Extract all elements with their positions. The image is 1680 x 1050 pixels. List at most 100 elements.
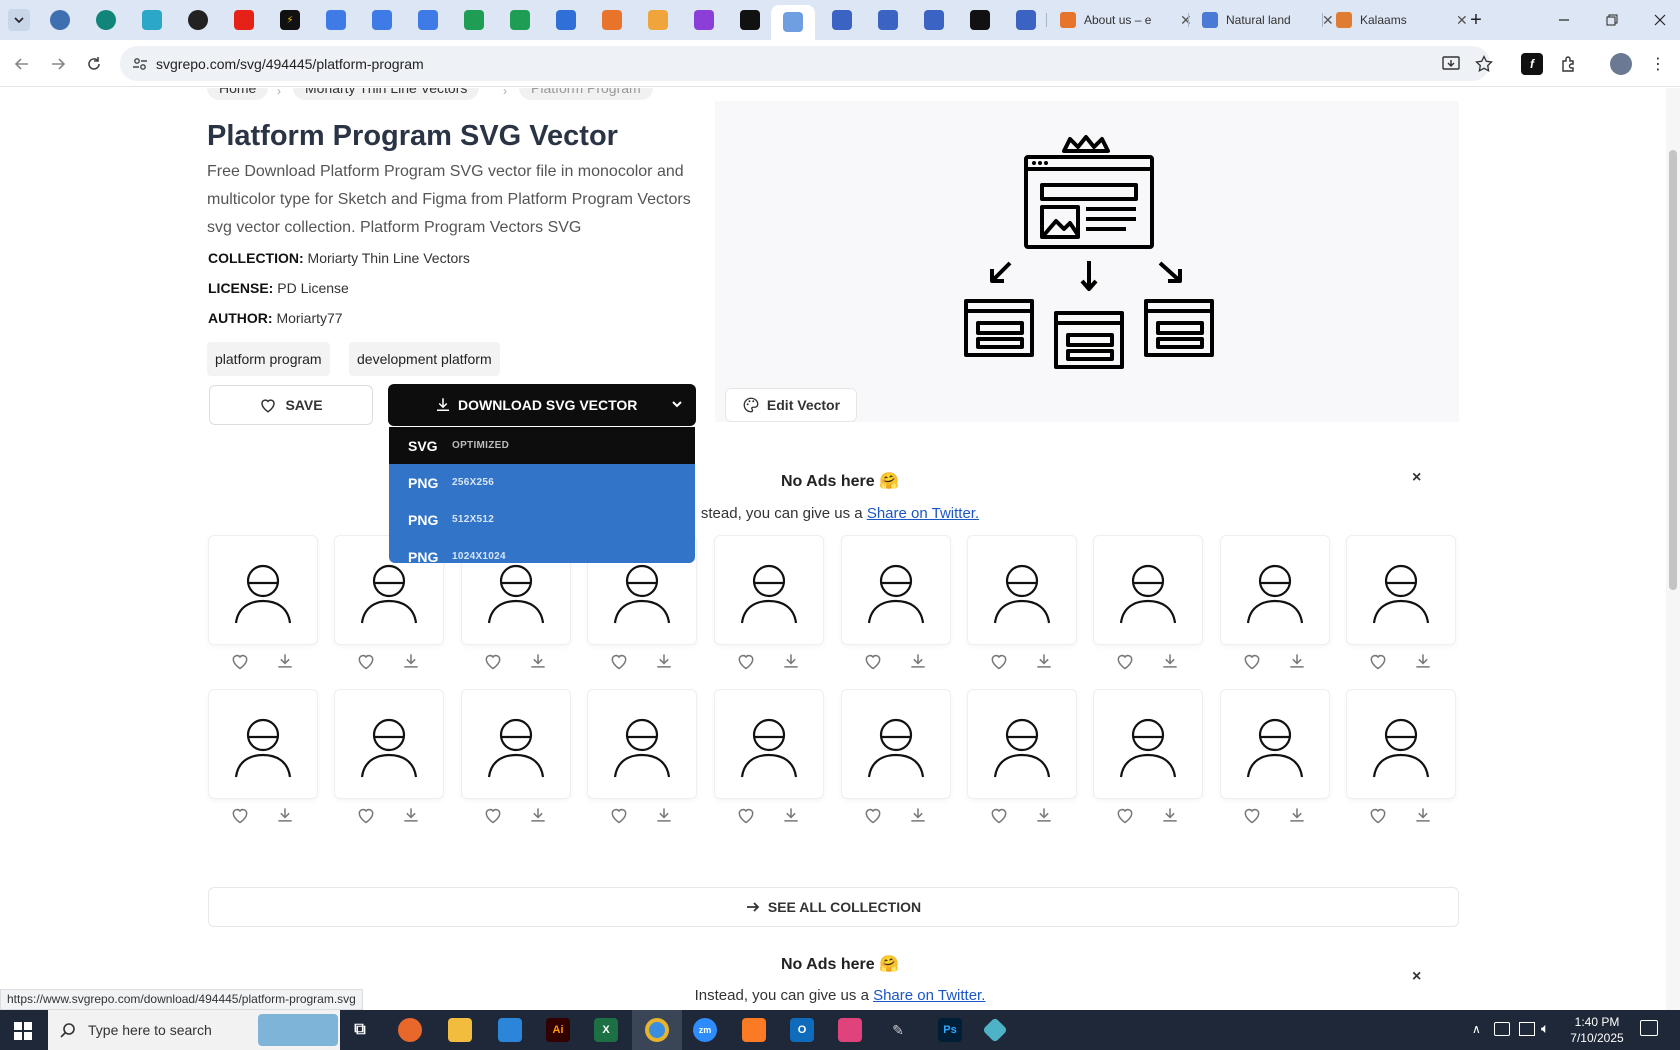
see-all-collection-button[interactable]: SEE ALL COLLECTION: [208, 887, 1459, 927]
extension-fontface-icon[interactable]: f: [1521, 53, 1543, 75]
profile-avatar[interactable]: [1610, 53, 1632, 75]
tab-favicon-22[interactable]: [1016, 10, 1036, 30]
icon-card[interactable]: [714, 535, 824, 645]
close-ads-button[interactable]: ×: [1412, 469, 1421, 487]
download-icon-button[interactable]: [527, 804, 549, 826]
like-icon-button[interactable]: [1367, 804, 1389, 826]
icon-card[interactable]: [208, 689, 318, 799]
tab-kalaams[interactable]: Kalaams ✕: [1324, 5, 1468, 35]
download-icon-button[interactable]: [1033, 650, 1055, 672]
download-option-svg[interactable]: SVG OPTIMIZED: [389, 427, 695, 464]
chrome-icon[interactable]: [645, 1018, 669, 1042]
notifications-icon[interactable]: [1640, 1020, 1658, 1036]
icon-card[interactable]: [1346, 535, 1456, 645]
save-button[interactable]: SAVE: [209, 385, 373, 425]
back-button[interactable]: [10, 52, 34, 76]
tab-favicon-6[interactable]: ⚡: [280, 10, 300, 30]
license-link[interactable]: PD License: [277, 280, 349, 296]
download-icon-button[interactable]: [1033, 804, 1055, 826]
tab-favicon-20[interactable]: [924, 10, 944, 30]
like-icon-button[interactable]: [229, 804, 251, 826]
like-icon-button[interactable]: [1241, 804, 1263, 826]
illustrator-icon[interactable]: Ai: [546, 1018, 570, 1042]
install-app-icon[interactable]: [1442, 55, 1460, 73]
like-icon-button[interactable]: [355, 650, 377, 672]
zoom-icon[interactable]: zm: [693, 1018, 717, 1042]
firefox-icon[interactable]: [398, 1018, 422, 1042]
share-twitter-link[interactable]: Share on Twitter.: [873, 987, 985, 1004]
outlook-icon[interactable]: O: [790, 1018, 814, 1042]
icon-card[interactable]: [1093, 535, 1203, 645]
like-icon-button[interactable]: [988, 650, 1010, 672]
tab-favicon-13[interactable]: [602, 10, 622, 30]
download-icon-button[interactable]: [1159, 650, 1181, 672]
like-icon-button[interactable]: [1114, 650, 1136, 672]
tab-search-button[interactable]: [8, 9, 30, 31]
tab-favicon-12[interactable]: [556, 10, 576, 30]
tab-favicon-16[interactable]: [740, 10, 760, 30]
pen-tool-icon[interactable]: ✎: [886, 1018, 910, 1042]
tab-favicon-15[interactable]: [694, 10, 714, 30]
download-icon-button[interactable]: [400, 650, 422, 672]
download-option-png-256[interactable]: PNG 256X256: [389, 464, 695, 501]
icon-card[interactable]: [1093, 689, 1203, 799]
icon-card[interactable]: [967, 689, 1077, 799]
tab-favicon-docs-1[interactable]: [326, 10, 346, 30]
download-svg-button[interactable]: DOWNLOAD SVG VECTOR: [388, 384, 696, 426]
breadcrumb-home[interactable]: Home: [207, 88, 269, 100]
collection-link[interactable]: Moriarty Thin Line Vectors: [308, 250, 470, 266]
vscode-icon[interactable]: [498, 1018, 522, 1042]
icon-card[interactable]: [967, 535, 1077, 645]
icon-card[interactable]: [1220, 689, 1330, 799]
excel-icon[interactable]: X: [594, 1018, 618, 1042]
chevron-down-icon[interactable]: [670, 397, 684, 411]
minimize-button[interactable]: [1549, 8, 1579, 32]
xampp-icon[interactable]: [742, 1018, 766, 1042]
restore-button[interactable]: [1597, 8, 1627, 32]
file-explorer-icon[interactable]: [448, 1018, 472, 1042]
download-icon-button[interactable]: [400, 804, 422, 826]
photoshop-icon[interactable]: Ps: [938, 1018, 962, 1042]
share-twitter-link[interactable]: Share on Twitter.: [867, 505, 979, 522]
taskbar-clock[interactable]: 1:40 PM 7/10/2025: [1570, 1014, 1624, 1046]
tab-favicon-21[interactable]: [970, 10, 990, 30]
taskbar-search-box[interactable]: Type here to search: [48, 1010, 340, 1050]
like-icon-button[interactable]: [988, 804, 1010, 826]
tab-favicon-14[interactable]: [648, 10, 668, 30]
tab-natural-land[interactable]: Natural land ✕: [1190, 5, 1334, 35]
tab-favicon-youtube[interactable]: [234, 10, 254, 30]
icon-card[interactable]: [461, 689, 571, 799]
forward-button[interactable]: [46, 52, 70, 76]
start-button[interactable]: [14, 1022, 32, 1040]
like-icon-button[interactable]: [608, 804, 630, 826]
show-hidden-icons[interactable]: ∧: [1472, 1022, 1481, 1036]
bookmark-star-icon[interactable]: [1475, 55, 1493, 73]
address-bar[interactable]: svgrepo.com/svg/494445/platform-program: [120, 46, 1493, 81]
task-view-icon[interactable]: ⧉: [348, 1018, 372, 1042]
download-icon-button[interactable]: [653, 804, 675, 826]
icon-card[interactable]: [1346, 689, 1456, 799]
like-icon-button[interactable]: [862, 650, 884, 672]
like-icon-button[interactable]: [1114, 804, 1136, 826]
download-icon-button[interactable]: [274, 804, 296, 826]
close-ads-button[interactable]: ×: [1412, 968, 1421, 986]
download-icon-button[interactable]: [1286, 804, 1308, 826]
tab-active[interactable]: [771, 5, 815, 40]
extensions-puzzle-icon[interactable]: [1558, 53, 1580, 75]
network-icon[interactable]: [1519, 1022, 1535, 1036]
tab-favicon-1[interactable]: [50, 10, 70, 30]
tab-favicon-docs-3[interactable]: [418, 10, 438, 30]
app-diamond-icon[interactable]: [982, 1017, 1008, 1043]
tab-about-us[interactable]: About us – e ✕: [1048, 5, 1192, 35]
icon-card[interactable]: [714, 689, 824, 799]
tab-favicon-sheets-2[interactable]: [510, 10, 530, 30]
download-icon-button[interactable]: [1286, 650, 1308, 672]
scrollbar-thumb[interactable]: [1669, 150, 1677, 590]
close-window-button[interactable]: [1645, 8, 1675, 32]
download-icon-button[interactable]: [274, 650, 296, 672]
icon-card[interactable]: [1220, 535, 1330, 645]
site-info-icon[interactable]: [132, 56, 148, 72]
like-icon-button[interactable]: [862, 804, 884, 826]
breadcrumb-collection[interactable]: Moriarty Thin Line Vectors: [293, 88, 480, 100]
tab-favicon-4[interactable]: [188, 10, 208, 30]
